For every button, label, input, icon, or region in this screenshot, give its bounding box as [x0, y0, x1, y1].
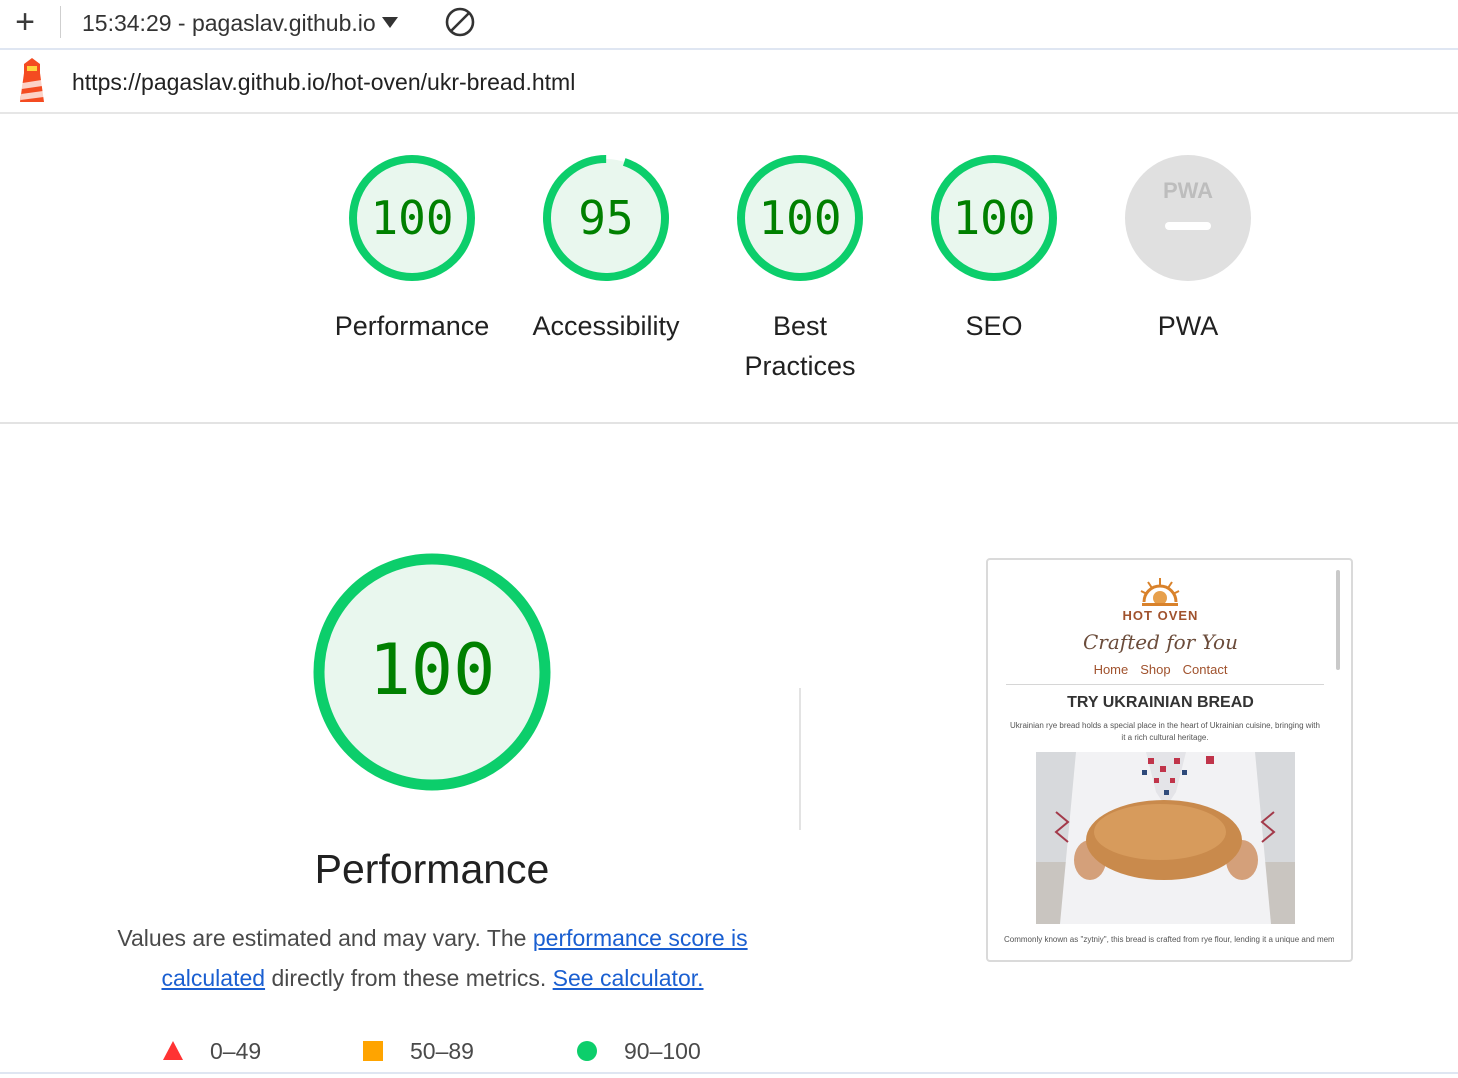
site-nav-shop: Shop: [1140, 662, 1171, 677]
legend-fail-range: 0–49: [210, 1038, 262, 1064]
site-nav: Home Shop Contact: [988, 662, 1333, 677]
gauge-label-accessibility: Accessibility: [532, 311, 680, 341]
caret-down-icon: [381, 17, 398, 28]
gauge-score-seo: 100: [952, 191, 1035, 245]
site-paragraph-1: Ukrainian rye bread holds a special plac…: [1010, 721, 1320, 742]
vertical-divider: [799, 688, 801, 830]
performance-description: Values are estimated and may vary. The p…: [100, 918, 765, 998]
triangle-icon: [163, 1041, 183, 1060]
performance-title: Performance: [314, 846, 550, 892]
bottom-divider: [0, 1072, 1458, 1074]
gauge-label-seo: SEO: [965, 311, 1023, 341]
gauge-score-best-practices: 100: [758, 191, 841, 245]
site-heading: TRY UKRAINIAN BREAD: [1067, 694, 1254, 711]
site-paragraph-2: Commonly known as "zytniy", this bread i…: [1004, 935, 1334, 944]
gauge-ring-seo: 100: [931, 155, 1057, 281]
report-url[interactable]: https://pagaslav.github.io/hot-oven/ukr-…: [72, 64, 575, 100]
description-text-1: Values are estimated and may vary. The: [117, 925, 533, 951]
gauge-ring-best-practices: 100: [737, 155, 863, 281]
site-divider: [1006, 684, 1324, 685]
legend-average-range: 50–89: [410, 1038, 474, 1064]
gauge-score-performance: 100: [370, 191, 453, 245]
final-screenshot[interactable]: HOT OVEN Crafted for You Home Shop Contact…: [986, 558, 1353, 962]
gauge-performance[interactable]: 100 Performance: [322, 152, 502, 346]
report-select-dropdown[interactable]: 15:34:29 - pagaslav.github.io: [82, 6, 398, 40]
gauge-label-best-practices: Best Practices: [744, 311, 856, 381]
toolbar-divider: [60, 6, 61, 38]
site-tagline: Crafted for You: [1083, 630, 1238, 654]
see-calculator-link[interactable]: See calculator.: [553, 965, 704, 991]
site-nav-home: Home: [1093, 662, 1129, 677]
legend-pass-range: 90–100: [624, 1038, 701, 1064]
pwa-badge-icon: PWA: [1163, 178, 1213, 203]
section-divider: [0, 422, 1458, 424]
gauge-ring-performance: 100: [349, 155, 475, 281]
report-select-label: 15:34:29 - pagaslav.github.io: [82, 10, 376, 36]
gauge-score-accessibility: 95: [578, 191, 633, 245]
gauge-pwa[interactable]: PWA PWA: [1098, 152, 1278, 346]
description-text-2: directly from these metrics.: [265, 965, 553, 991]
screenshot-scrollbar: [1336, 570, 1340, 670]
block-icon[interactable]: [444, 6, 476, 38]
gauge-accessibility[interactable]: 95 Accessibility: [516, 152, 696, 346]
performance-big-gauge: 100: [310, 550, 554, 799]
plus-icon[interactable]: +: [10, 4, 40, 40]
gauge-best-practices[interactable]: 100 Best Practices: [710, 152, 890, 386]
lighthouse-icon: [14, 56, 50, 106]
gauge-ring-accessibility: 95: [543, 155, 669, 281]
gauge-label-pwa: PWA: [1157, 311, 1219, 341]
site-brand: HOT OVEN: [1122, 608, 1199, 623]
performance-big-score: 100: [369, 629, 495, 711]
pwa-dash-icon: [1165, 222, 1211, 230]
site-nav-contact: Contact: [1182, 662, 1228, 677]
bread-photo: [1036, 752, 1295, 924]
circle-icon: [577, 1041, 597, 1061]
gauge-seo[interactable]: 100 SEO: [904, 152, 1084, 346]
gauge-ring-pwa: PWA: [1125, 155, 1251, 281]
gauge-label-performance: Performance: [334, 311, 490, 341]
hot-oven-logo-icon: [1140, 578, 1180, 606]
square-icon: [363, 1041, 383, 1061]
